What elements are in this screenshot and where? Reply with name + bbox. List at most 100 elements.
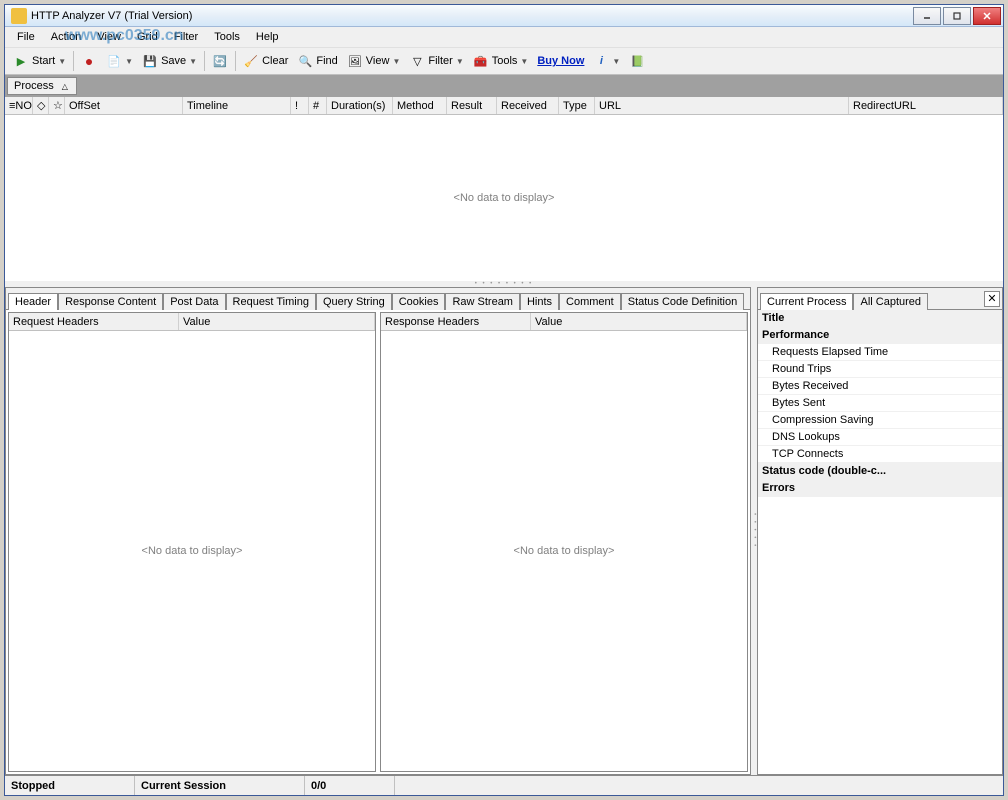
tab-current-process[interactable]: Current Process — [760, 293, 853, 310]
start-button[interactable]: ▶ Start ▼ — [9, 50, 70, 72]
clear-button[interactable]: 🧹Clear — [239, 50, 292, 72]
refresh-button[interactable]: 🔄 — [208, 50, 232, 72]
col-req-value[interactable]: Value — [179, 313, 375, 330]
window-buttons — [913, 7, 1003, 25]
col-redirecturl[interactable]: RedirectURL — [849, 97, 1003, 114]
col-star[interactable]: ☆ — [49, 97, 65, 114]
col-res-headers[interactable]: Response Headers — [381, 313, 531, 330]
close-summary-button[interactable]: ✕ — [984, 291, 1000, 307]
response-headers-cols: Response Headers Value — [381, 313, 747, 331]
status-session: Current Session — [135, 776, 305, 795]
app-window: HTTP Analyzer V7 (Trial Version) File Ac… — [4, 4, 1004, 796]
menu-file[interactable]: File — [11, 29, 41, 45]
filter-button[interactable]: ▽Filter▼ — [405, 50, 467, 72]
tab-post-data[interactable]: Post Data — [163, 293, 225, 310]
statusbar: Stopped Current Session 0/0 — [5, 775, 1003, 795]
prop-title[interactable]: Title — [758, 310, 1002, 327]
prop-errors[interactable]: Errors — [758, 480, 1002, 497]
prop-status-code[interactable]: Status code (double-c... — [758, 463, 1002, 480]
save-button[interactable]: 💾Save▼ — [138, 50, 201, 72]
col-received[interactable]: Received — [497, 97, 559, 114]
response-headers-panel: Response Headers Value <No data to displ… — [380, 312, 748, 772]
grid-body[interactable]: <No data to display> — [5, 115, 1003, 281]
book-button[interactable]: 📗 — [625, 50, 649, 72]
filter-icon: ▽ — [409, 53, 425, 69]
find-button[interactable]: 🔍Find — [293, 50, 341, 72]
col-bang[interactable]: ! — [291, 97, 309, 114]
view-button[interactable]: 🖼View▼ — [343, 50, 405, 72]
page-button[interactable]: 📄▼ — [102, 50, 137, 72]
col-result[interactable]: Result — [447, 97, 497, 114]
col-hash[interactable]: # — [309, 97, 327, 114]
app-icon — [11, 8, 27, 24]
tab-all-captured[interactable]: All Captured — [853, 293, 928, 310]
prop-tcp[interactable]: TCP Connects — [758, 446, 1002, 463]
stop-button[interactable]: ● — [77, 50, 101, 72]
response-headers-body[interactable]: <No data to display> — [381, 331, 747, 771]
play-icon: ▶ — [13, 53, 29, 69]
tab-response-content[interactable]: Response Content — [58, 293, 163, 310]
tab-cookies[interactable]: Cookies — [392, 293, 446, 310]
property-list[interactable]: Title Performance Requests Elapsed Time … — [758, 310, 1002, 774]
menu-action[interactable]: Action — [45, 29, 88, 45]
prop-elapsed[interactable]: Requests Elapsed Time — [758, 344, 1002, 361]
save-icon: 💾 — [142, 53, 158, 69]
status-spacer — [395, 776, 1003, 795]
col-no[interactable]: ≡ NO — [5, 97, 33, 114]
headers-container: Request Headers Value <No data to displa… — [6, 310, 750, 774]
col-type[interactable]: Type — [559, 97, 595, 114]
prop-performance[interactable]: Performance — [758, 327, 1002, 344]
menu-filter[interactable]: Filter — [168, 29, 204, 45]
close-button[interactable] — [973, 7, 1001, 25]
menu-tools[interactable]: Tools — [208, 29, 246, 45]
res-empty-text: <No data to display> — [514, 545, 615, 557]
col-url[interactable]: URL — [595, 97, 849, 114]
grid-pane: ≡ NO ◇ ☆ OffSet Timeline ! # Duration(s)… — [5, 97, 1003, 281]
prop-bytes-sent[interactable]: Bytes Sent — [758, 395, 1002, 412]
tools-button[interactable]: 🧰Tools▼ — [469, 50, 533, 72]
maximize-button[interactable] — [943, 7, 971, 25]
prop-dns[interactable]: DNS Lookups — [758, 429, 1002, 446]
tab-header[interactable]: Header — [8, 293, 58, 310]
status-count: 0/0 — [305, 776, 395, 795]
tab-raw-stream[interactable]: Raw Stream — [445, 293, 520, 310]
request-headers-panel: Request Headers Value <No data to displa… — [8, 312, 376, 772]
process-button[interactable]: Process △ — [7, 77, 77, 95]
col-res-value[interactable]: Value — [531, 313, 747, 330]
tab-request-timing[interactable]: Request Timing — [226, 293, 316, 310]
col-flag[interactable]: ◇ — [33, 97, 49, 114]
tab-comment[interactable]: Comment — [559, 293, 621, 310]
col-method[interactable]: Method — [393, 97, 447, 114]
col-offset[interactable]: OffSet — [65, 97, 183, 114]
buynow-link[interactable]: Buy Now — [533, 50, 588, 72]
col-req-headers[interactable]: Request Headers — [9, 313, 179, 330]
prop-compression[interactable]: Compression Saving — [758, 412, 1002, 429]
lower-panes: Header Response Content Post Data Reques… — [5, 287, 1003, 775]
menu-grid[interactable]: Grid — [131, 29, 164, 45]
menu-view[interactable]: View — [91, 29, 127, 45]
page-icon: 📄 — [106, 53, 122, 69]
summary-pane: Current Process All Captured ✕ Title Per… — [757, 287, 1003, 775]
prop-bytes-received[interactable]: Bytes Received — [758, 378, 1002, 395]
menu-help[interactable]: Help — [250, 29, 285, 45]
tab-hints[interactable]: Hints — [520, 293, 559, 310]
clear-icon: 🧹 — [243, 53, 259, 69]
titlebar: HTTP Analyzer V7 (Trial Version) — [5, 5, 1003, 27]
separator — [235, 51, 236, 71]
separator — [73, 51, 74, 71]
col-timeline[interactable]: Timeline — [183, 97, 291, 114]
process-bar: Process △ — [5, 75, 1003, 97]
window-title: HTTP Analyzer V7 (Trial Version) — [31, 10, 913, 22]
status-state: Stopped — [5, 776, 135, 795]
separator — [204, 51, 205, 71]
minimize-button[interactable] — [913, 7, 941, 25]
tab-status-code[interactable]: Status Code Definition — [621, 293, 744, 310]
col-duration[interactable]: Duration(s) — [327, 97, 393, 114]
info-button[interactable]: i▼ — [589, 50, 624, 72]
menubar: File Action View Grid Filter Tools Help — [5, 27, 1003, 47]
request-headers-body[interactable]: <No data to display> — [9, 331, 375, 771]
grid-header: ≡ NO ◇ ☆ OffSet Timeline ! # Duration(s)… — [5, 97, 1003, 115]
tab-query-string[interactable]: Query String — [316, 293, 392, 310]
prop-roundtrips[interactable]: Round Trips — [758, 361, 1002, 378]
book-icon: 📗 — [629, 53, 645, 69]
